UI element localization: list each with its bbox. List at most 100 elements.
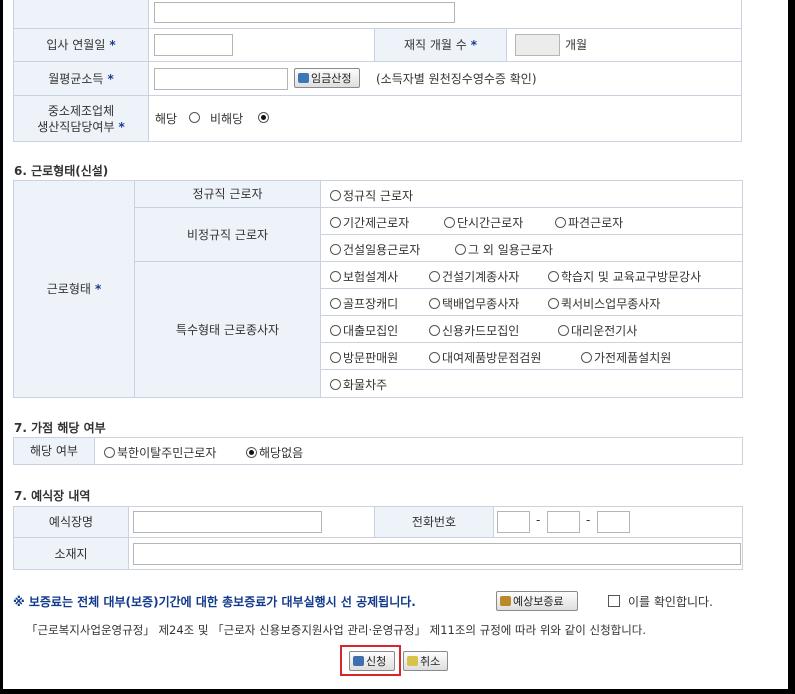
phone-part2-input[interactable] — [547, 511, 580, 533]
option-label: 그 외 일용근로자 — [468, 243, 553, 257]
option-label: 대리운전기사 — [571, 324, 638, 338]
work-type-option[interactable]: 택배업무종사자 — [429, 295, 519, 312]
phone-part3-input[interactable] — [597, 511, 630, 533]
radio-button[interactable] — [429, 325, 440, 336]
cancel-button[interactable]: 취소 — [403, 651, 448, 671]
radio-button-selected[interactable] — [246, 447, 257, 458]
phone-label: 전화번호 — [411, 515, 457, 529]
income-label-cell: 월평균소득 * — [14, 62, 148, 95]
sme-label-line2: 생산직담당여부 — [37, 119, 115, 134]
regular-label: 정규직 근로자 — [192, 187, 263, 201]
join-date-label: 입사 연월일 — [46, 38, 106, 52]
cancel-label: 취소 — [420, 655, 441, 668]
work-type-option[interactable]: 기간제근로자 — [330, 214, 409, 231]
radio-button[interactable] — [444, 217, 455, 228]
venue-name-input[interactable] — [133, 511, 322, 533]
regulation-text: 「근로복지사업운영규정」 제24조 및 「근로자 신용보증지원사업 관리·운영규… — [26, 623, 647, 637]
radio-button[interactable] — [330, 325, 341, 336]
radio-button[interactable] — [330, 298, 341, 309]
top-label-cell — [14, 0, 148, 28]
work-type-option[interactable]: 골프장캐디 — [330, 295, 398, 312]
option-label: 보험설계사 — [343, 270, 399, 284]
section7-title: 7. 가점 해당 여부 — [14, 421, 106, 435]
option-label: 신용카드모집인 — [442, 324, 520, 338]
phone-part1-input[interactable] — [497, 511, 530, 533]
radio-button[interactable] — [330, 190, 341, 201]
fee-notice: ※ 보증료는 전체 대부(보증)기간에 대한 총보증료가 대부실행시 선 공제됩… — [13, 595, 416, 609]
radio-button[interactable] — [455, 244, 466, 255]
cancel-icon — [407, 656, 418, 666]
option-label: 가전제품설치원 — [594, 351, 672, 365]
nonregular-label: 비정규직 근로자 — [186, 227, 269, 242]
option-label: 해당없음 — [259, 446, 304, 460]
required-mark: * — [118, 119, 125, 134]
work-type-label: 근로형태 — [46, 282, 91, 296]
work-type-option[interactable]: 건설일용근로자 — [330, 241, 420, 258]
sme-option-no-radio[interactable] — [258, 112, 269, 123]
work-type-option[interactable]: 건설기계종사자 — [429, 268, 519, 285]
sme-option-yes-radio[interactable] — [189, 112, 200, 123]
phone-separator: - — [586, 513, 591, 527]
work-type-option[interactable]: 방문판매원 — [330, 349, 398, 366]
apply-button[interactable]: 신청 — [349, 651, 395, 671]
required-mark: * — [109, 38, 116, 52]
radio-button[interactable] — [548, 271, 559, 282]
radio-button[interactable] — [429, 298, 440, 309]
calc-wage-button[interactable]: 임금산정 — [294, 68, 360, 88]
estimate-fee-button[interactable]: 예상보증료 — [496, 591, 578, 611]
option-label: 건설기계종사자 — [442, 270, 520, 284]
special-label: 특수형태 근로종사자 — [175, 322, 280, 337]
radio-button[interactable] — [330, 217, 341, 228]
work-type-option[interactable]: 학습지 및 교육교구방문강사 — [548, 268, 701, 285]
sme-label-cell: 중소제조업체 생산직담당여부 * — [14, 96, 148, 141]
address-label: 소재지 — [54, 546, 88, 561]
phone-label-cell: 전화번호 — [375, 507, 493, 537]
radio-button[interactable] — [330, 271, 341, 282]
address-input[interactable] — [133, 543, 741, 565]
work-type-option[interactable]: 대여제품방문점검원 — [429, 349, 541, 366]
income-input[interactable] — [154, 68, 288, 90]
work-type-option[interactable]: 대출모집인 — [330, 322, 398, 339]
radio-button[interactable] — [330, 379, 341, 390]
work-type-label-cell: 근로형태 * — [14, 181, 134, 397]
radio-button[interactable] — [330, 244, 341, 255]
radio-button[interactable] — [548, 298, 559, 309]
confirm-checkbox[interactable] — [608, 595, 620, 607]
top-text-input[interactable] — [154, 2, 455, 23]
option-label: 화물차주 — [343, 378, 388, 392]
special-label-cell: 특수형태 근로종사자 — [135, 262, 320, 397]
bonus-option-none[interactable]: 해당없음 — [246, 444, 303, 461]
radio-button[interactable] — [558, 325, 569, 336]
option-label: 학습지 및 교육교구방문강사 — [561, 270, 702, 284]
work-type-option[interactable]: 보험설계사 — [330, 268, 398, 285]
option-label: 대출모집인 — [343, 324, 399, 338]
radio-button[interactable] — [104, 447, 115, 458]
months-input — [515, 34, 560, 56]
option-label: 북한이탈주민근로자 — [117, 446, 217, 460]
application-form: 입사 연월일 * 재직 개월 수 * 개월 월평균소득 * 임금산정 (소득자별 원천… — [3, 0, 788, 689]
work-type-option[interactable]: 대리운전기사 — [558, 322, 637, 339]
work-type-option[interactable]: 파견근로자 — [555, 214, 623, 231]
bonus-option-defector[interactable]: 북한이탈주민근로자 — [104, 444, 216, 461]
join-date-input[interactable] — [154, 34, 233, 56]
sme-option-yes-label: 해당 — [155, 112, 178, 126]
radio-button[interactable] — [555, 217, 566, 228]
radio-button[interactable] — [429, 271, 440, 282]
option-label: 대여제품방문점검원 — [442, 351, 542, 365]
required-mark: * — [107, 71, 114, 86]
option-label: 퀵서비스업무종사자 — [561, 297, 661, 311]
work-type-option[interactable]: 정규직 근로자 — [330, 187, 413, 204]
work-type-option[interactable]: 신용카드모집인 — [429, 322, 519, 339]
work-type-option[interactable]: 가전제품설치원 — [581, 349, 671, 366]
work-type-option[interactable]: 퀵서비스업무종사자 — [548, 295, 660, 312]
work-type-option[interactable]: 그 외 일용근로자 — [455, 241, 553, 258]
join-date-label-cell: 입사 연월일 * — [14, 29, 148, 61]
regular-label-cell: 정규직 근로자 — [135, 181, 320, 207]
radio-button[interactable] — [581, 352, 592, 363]
option-label: 택배업무종사자 — [442, 297, 520, 311]
work-type-option[interactable]: 단시간근로자 — [444, 214, 523, 231]
work-type-option[interactable]: 화물차주 — [330, 376, 387, 393]
phone-separator: - — [536, 513, 541, 527]
radio-button[interactable] — [330, 352, 341, 363]
radio-button[interactable] — [429, 352, 440, 363]
